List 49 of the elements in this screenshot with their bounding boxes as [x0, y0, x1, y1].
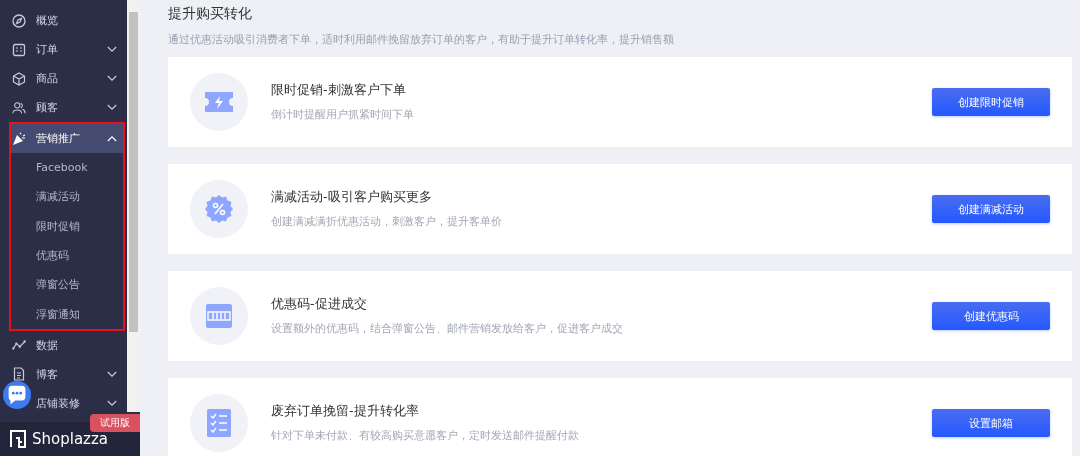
- chevron-icon: [107, 104, 117, 111]
- card-title: 废弃订单挽留-提升转化率: [271, 403, 420, 420]
- logo-icon: [10, 430, 26, 448]
- create-button[interactable]: 创建优惠码: [932, 302, 1050, 330]
- create-button[interactable]: 创建满减活动: [932, 195, 1050, 223]
- checklist-icon: [206, 408, 232, 438]
- scrollbar[interactable]: [127, 0, 140, 412]
- card-description: 创建满减满折优惠活动，刺激客户，提升客单价: [271, 215, 503, 229]
- submenu-item[interactable]: 弹窗公告: [11, 270, 123, 300]
- chevron-icon: [107, 370, 117, 378]
- box-icon: [12, 71, 26, 86]
- card-title: 限时促销-刺激客户下单: [271, 82, 407, 99]
- section-title: 提升购买转化: [168, 4, 253, 22]
- section-subtitle: 通过优惠活动吸引消费者下单，适时利用邮件挽留放弃订单的客户，有助于提升订单转化率，提升销售额: [168, 33, 675, 47]
- chat-button[interactable]: [3, 381, 31, 409]
- submenu-item[interactable]: 限时促销: [11, 211, 123, 241]
- people-icon: [12, 100, 26, 115]
- nav-item[interactable]: 概览: [0, 6, 127, 35]
- nav-item[interactable]: 数据: [0, 330, 127, 360]
- card-description: 设置额外的优惠码，结合弹窗公告、邮件营销发放给客户，促进客户成交: [271, 322, 624, 336]
- document-icon: [12, 367, 26, 382]
- compass-icon: [12, 13, 26, 28]
- chevron-icon: [107, 135, 117, 142]
- coupon-icon: [205, 303, 233, 329]
- chevron-icon: [107, 46, 117, 53]
- trial-badge: 试用版: [90, 414, 140, 432]
- submenu-item[interactable]: 优惠码: [11, 240, 123, 271]
- submenu-item[interactable]: 满减活动: [11, 182, 123, 212]
- nav-item[interactable]: 顾客: [0, 93, 127, 122]
- nav-item[interactable]: 博客: [0, 359, 127, 389]
- card-description: 针对下单未付款、有较高购买意愿客户，定时发送邮件提醒付款: [271, 429, 580, 443]
- nav-item[interactable]: 营销推广: [11, 124, 123, 153]
- line-chart-icon: [12, 338, 26, 353]
- submenu-item[interactable]: Facebook: [11, 153, 123, 183]
- nav-item[interactable]: 订单: [0, 35, 127, 64]
- chevron-icon: [107, 399, 117, 407]
- nav-item[interactable]: 商品: [0, 64, 127, 93]
- card-title: 优惠码-促进成交: [271, 296, 368, 313]
- create-button[interactable]: 创建限时促销: [932, 88, 1050, 116]
- list-icon: [12, 42, 26, 57]
- percent-badge-icon: [204, 194, 234, 224]
- card-description: 倒计时提醒用户抓紧时间下单: [271, 108, 415, 122]
- create-button[interactable]: 设置邮箱: [932, 409, 1050, 437]
- logo-text: Shoplazza: [32, 430, 109, 448]
- ticket-icon: [204, 91, 234, 113]
- card-title: 满减活动-吸引客户购买更多: [271, 189, 433, 206]
- party-popper-icon: [12, 131, 26, 146]
- chevron-icon: [107, 75, 117, 82]
- submenu-item[interactable]: 浮窗通知: [11, 299, 123, 329]
